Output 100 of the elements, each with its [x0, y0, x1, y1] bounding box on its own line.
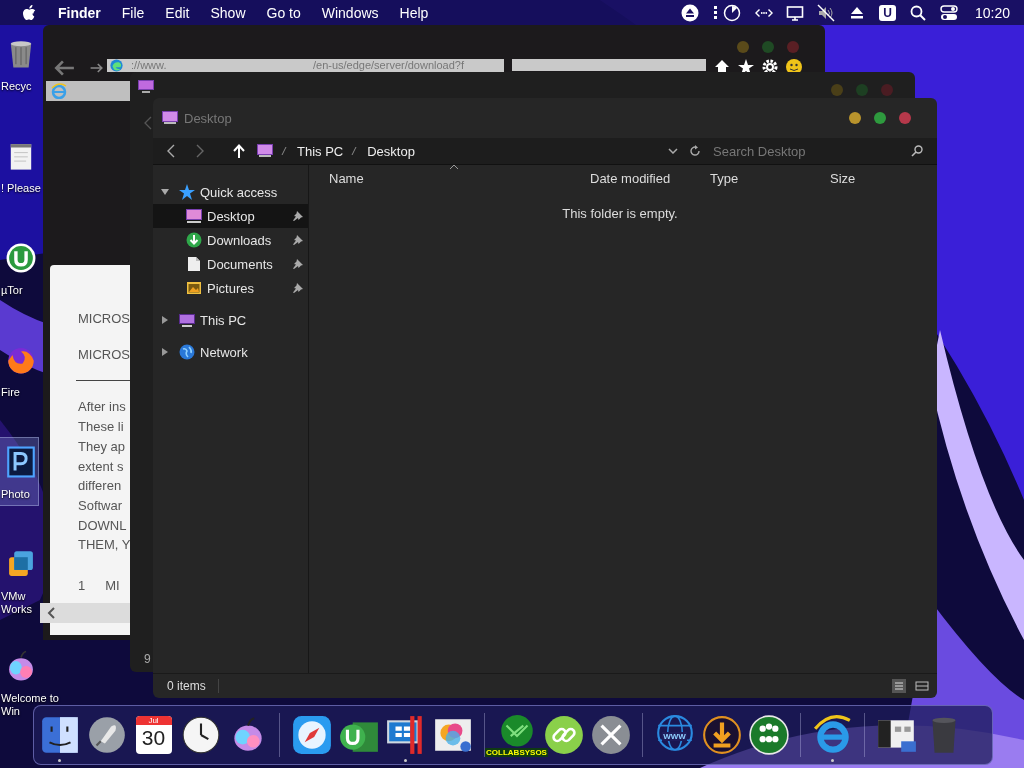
sidebar-item[interactable]: Downloads: [153, 228, 308, 252]
expand-arrow-icon[interactable]: [160, 347, 170, 357]
compass-icon[interactable]: [290, 714, 333, 756]
separator-icon: [281, 146, 287, 156]
paragraph-text: After ins: [78, 398, 127, 417]
search-icon[interactable]: [908, 3, 927, 22]
details-view-icon[interactable]: [892, 679, 906, 693]
maximize-button[interactable]: [874, 112, 886, 124]
sidebar-item[interactable]: Documents: [153, 252, 308, 276]
document-icon: [186, 256, 202, 272]
close-button[interactable]: [899, 112, 911, 124]
scroll-left-icon[interactable]: [46, 607, 56, 619]
empty-folder-message: This folder is empty.: [562, 206, 678, 221]
calendar-month: Jul: [135, 716, 172, 725]
horizontal-scrollbar[interactable]: [40, 603, 132, 623]
desktop-shortcut[interactable]: ! Please: [0, 132, 41, 195]
column-header[interactable]: Size: [830, 171, 856, 186]
desktop-shortcut[interactable]: Fire: [0, 336, 38, 399]
column-header[interactable]: Name: [329, 171, 364, 186]
calendar-day: 30: [141, 725, 166, 751]
back-arrow-icon[interactable]: [53, 59, 75, 77]
menu-item[interactable]: Edit: [165, 4, 190, 21]
heading-text: MICROS: [78, 345, 131, 364]
desktop-icon: [162, 111, 178, 125]
menu-item[interactable]: Help: [399, 4, 429, 21]
forward-chevron-icon[interactable]: [196, 144, 204, 158]
status-text: 9: [144, 652, 152, 666]
paragraph-text: Softwar: [78, 496, 124, 515]
download-icon[interactable]: [700, 714, 743, 756]
menu-item[interactable]: File: [121, 4, 145, 21]
paragraph-text: DOWNL: [78, 516, 128, 535]
paragraph-text: MI: [105, 577, 120, 596]
column-header[interactable]: Date modified: [590, 171, 671, 186]
toggle-switches-icon[interactable]: [939, 3, 958, 22]
paragraph-text: extent s: [78, 457, 125, 476]
browser-tab[interactable]: [46, 81, 133, 101]
breadcrumb-item[interactable]: This PC: [297, 143, 344, 159]
apple-icon[interactable]: [22, 4, 36, 21]
paragraph-text: These li: [78, 418, 125, 437]
browser-e-icon: [51, 83, 67, 99]
icon-caption: COLLABSYSOS: [485, 748, 548, 757]
menu-item[interactable]: Windows: [321, 4, 379, 21]
muted-speaker-icon[interactable]: [817, 3, 836, 22]
menu-item[interactable]: Go to: [266, 4, 301, 21]
tiles-view-icon[interactable]: [915, 679, 929, 693]
desktop-icon: [257, 144, 273, 158]
pin-icon[interactable]: [292, 258, 304, 270]
pin-icon[interactable]: [292, 234, 304, 246]
shortcut-label: Welcome to Win: [1, 692, 59, 718]
url-text: ://www.: [131, 59, 167, 72]
calendar-icon[interactable]: Jul 30: [135, 716, 172, 754]
sort-caret-icon: [449, 164, 459, 170]
window-title: Desktop: [184, 110, 232, 126]
monitor-icon[interactable]: [786, 3, 805, 22]
sidebar-item[interactable]: Quick access: [153, 180, 308, 204]
list-number: 1: [78, 577, 86, 596]
paragraph-text: differen: [78, 477, 123, 496]
shortcut-label: Recyc: [1, 80, 32, 93]
desktop-shortcut[interactable]: Recyc: [0, 30, 38, 93]
pin-icon[interactable]: [292, 282, 304, 294]
desktop-shortcut[interactable]: µTor: [0, 234, 38, 297]
refresh-icon[interactable]: [689, 145, 701, 157]
computer-icon: [179, 312, 195, 328]
people-icon[interactable]: [747, 714, 790, 756]
item-count: 0 items: [167, 679, 219, 693]
tools-icon[interactable]: [589, 714, 632, 756]
pin-icon[interactable]: [292, 210, 304, 222]
dropdown-icon[interactable]: [668, 148, 678, 154]
user-badge[interactable]: U: [879, 4, 896, 21]
desktop-icon: [186, 208, 202, 224]
search-field[interactable]: [512, 59, 706, 71]
cpu-gauge-icon[interactable]: [712, 3, 743, 22]
globe-icon: [179, 344, 195, 360]
up-arrow-icon[interactable]: [233, 144, 245, 158]
expand-arrow-icon[interactable]: [160, 315, 170, 325]
eject-icon[interactable]: [681, 3, 700, 22]
icon-caption: WWW: [662, 732, 687, 741]
sidebar-item[interactable]: Network: [153, 340, 308, 364]
star-icon: [179, 184, 195, 200]
picture-folder-icon: [186, 280, 202, 296]
menu-item[interactable]: Finder: [58, 4, 101, 21]
search-field[interactable]: Search Desktop: [713, 143, 923, 159]
computer-icon: [138, 80, 154, 94]
sidebar-item[interactable]: Desktop: [153, 204, 308, 228]
desktop-shortcut[interactable]: VMw Works: [0, 540, 38, 616]
sidebar-item[interactable]: This PC: [153, 308, 308, 332]
desktop-shortcut[interactable]: Welcome to Win: [0, 642, 59, 718]
collapse-arrow-icon[interactable]: [160, 187, 170, 197]
paragraph-text: They ap: [78, 437, 126, 456]
sidebar-item[interactable]: Pictures: [153, 276, 308, 300]
column-header[interactable]: Type: [710, 171, 739, 186]
settings-icon[interactable]: [762, 59, 778, 75]
menu-item[interactable]: Show: [210, 4, 246, 21]
breadcrumb-item[interactable]: Desktop: [367, 143, 415, 159]
download-icon: [186, 232, 202, 248]
minimize-button[interactable]: [849, 112, 861, 124]
back-chevron-icon[interactable]: [167, 144, 175, 158]
shortcut-label: ! Please: [1, 182, 41, 195]
desktop-shortcut[interactable]: Photo: [0, 438, 38, 505]
menu-clock[interactable]: 10:20: [974, 4, 1010, 21]
